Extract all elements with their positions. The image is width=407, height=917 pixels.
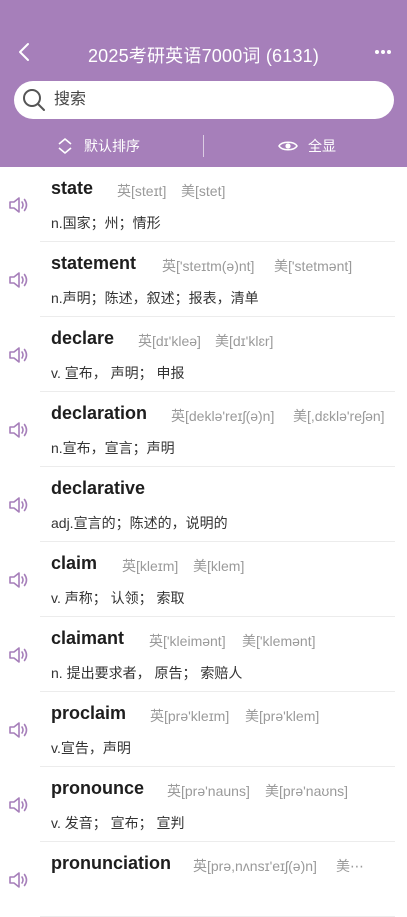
speaker-icon[interactable] <box>8 645 30 665</box>
word-text: declaration <box>51 403 148 423</box>
list-item[interactable]: claimant 英['kleimənt] 美['klemənt] n. 提出要… <box>0 617 407 692</box>
show-all-label: 全显 <box>308 138 336 154</box>
list-item[interactable]: claim 英[kleɪm] 美[klem] v. 声称； 认领； 索取 <box>0 542 407 617</box>
uk-phonetic: 英['kleimənt] <box>149 633 226 649</box>
list-item[interactable]: declare 英[dɪ'kleə] 美[dɪ'klɛr] v. 宣布， 声明；… <box>0 317 407 392</box>
speaker-icon[interactable] <box>8 345 30 365</box>
us-phonetic: 美[,dɛklə'reʃən] <box>293 408 385 424</box>
speaker-icon[interactable] <box>8 420 30 440</box>
word-text: claimant <box>51 628 125 648</box>
word-meaning: v.宣告，声明 <box>51 740 131 756</box>
word-text: statement <box>51 253 137 273</box>
word-meaning: v. 发音； 宣布； 宣判 <box>51 815 185 831</box>
word-meaning: n. 提出要求者， 原告； 索赔人 <box>51 665 243 681</box>
uk-phonetic: 英[prə'nauns] <box>167 783 250 799</box>
speaker-icon[interactable] <box>8 495 30 515</box>
us-phonetic: 美[prə'klem] <box>245 708 320 724</box>
more-icon <box>375 50 391 54</box>
word-text: declare <box>51 328 115 348</box>
eye-icon <box>278 141 298 151</box>
search-input[interactable] <box>52 90 356 110</box>
word-text: claim <box>51 553 98 573</box>
uk-phonetic: 英[deklə'reɪʃ(ə)n] <box>171 408 275 424</box>
word-meaning: n.声明；陈述，叙述；报表，清单 <box>51 290 259 306</box>
search-icon <box>23 89 45 111</box>
word-text: declarative <box>51 478 146 498</box>
word-text: pronunciation <box>51 853 171 873</box>
show-all-button[interactable]: 全显 <box>278 126 336 166</box>
word-meaning: n.国家；州；情形 <box>51 215 161 231</box>
speaker-icon[interactable] <box>8 795 30 815</box>
list-item[interactable]: declaration 英[deklə'reɪʃ(ə)n] 美[,dɛklə'r… <box>0 392 407 467</box>
uk-phonetic: 英['steɪtm(ə)nt] <box>162 258 255 274</box>
speaker-icon[interactable] <box>8 195 30 215</box>
word-text: pronounce <box>51 778 144 798</box>
uk-phonetic: 英[dɪ'kleə] <box>138 333 201 349</box>
word-meaning: adj.宣言的；陈述的，说明的 <box>51 515 228 531</box>
word-text: proclaim <box>51 703 127 723</box>
us-phonetic: 美[stet] <box>181 183 226 199</box>
sort-button[interactable]: 默认排序 <box>56 126 140 166</box>
list-item[interactable]: state 英[steɪt] 美[stet] n.国家；州；情形 <box>0 167 407 242</box>
page-title: 2025考研英语7000词 (6131) <box>87 46 320 66</box>
speaker-icon[interactable] <box>8 720 30 740</box>
uk-phonetic: 英[prə'kleɪm] <box>150 708 230 724</box>
us-phonetic: 美[dɪ'klɛr] <box>215 333 274 349</box>
list-item[interactable]: pronounce 英[prə'nauns] 美[prə'naʊns] v. 发… <box>0 767 407 842</box>
list-item[interactable]: declarative adj.宣言的；陈述的，说明的 <box>0 467 407 542</box>
uk-phonetic: 英[prə,nʌnsɪ'eɪʃ(ə)n] <box>193 858 317 874</box>
more-button[interactable] <box>371 40 395 64</box>
us-phonetic: 美⋯ <box>336 858 364 874</box>
app-header: 2025考研英语7000词 (6131) 默认排序 全显 <box>0 0 407 167</box>
speaker-icon[interactable] <box>8 870 30 890</box>
list-item[interactable]: pronunciation 英[prə,nʌnsɪ'eɪʃ(ə)n] 美⋯ <box>0 842 407 917</box>
search-bar[interactable] <box>14 81 394 119</box>
speaker-icon[interactable] <box>8 270 30 290</box>
word-text: state <box>51 178 94 198</box>
filter-bar: 默认排序 全显 <box>0 126 407 166</box>
list-item[interactable]: statement 英['steɪtm(ə)nt] 美['stetmənt] n… <box>0 242 407 317</box>
uk-phonetic: 英[kleɪm] <box>122 558 179 574</box>
list-item[interactable]: proclaim 英[prə'kleɪm] 美[prə'klem] v.宣告，声… <box>0 692 407 767</box>
sort-icon <box>58 138 72 154</box>
sort-label: 默认排序 <box>84 138 140 154</box>
speaker-icon[interactable] <box>8 570 30 590</box>
word-list: state 英[steɪt] 美[stet] n.国家；州；情形 stateme… <box>0 167 407 917</box>
divider <box>203 135 204 157</box>
word-meaning: v. 声称； 认领； 索取 <box>51 590 185 606</box>
uk-phonetic: 英[steɪt] <box>117 183 167 199</box>
us-phonetic: 美['stetmənt] <box>274 258 353 274</box>
word-meaning: n.宣布，宣言；声明 <box>51 440 175 456</box>
us-phonetic: 美[prə'naʊns] <box>265 783 349 799</box>
us-phonetic: 美['klemənt] <box>242 633 316 649</box>
word-meaning: v. 宣布， 声明； 申报 <box>51 365 185 381</box>
us-phonetic: 美[klem] <box>193 558 245 574</box>
